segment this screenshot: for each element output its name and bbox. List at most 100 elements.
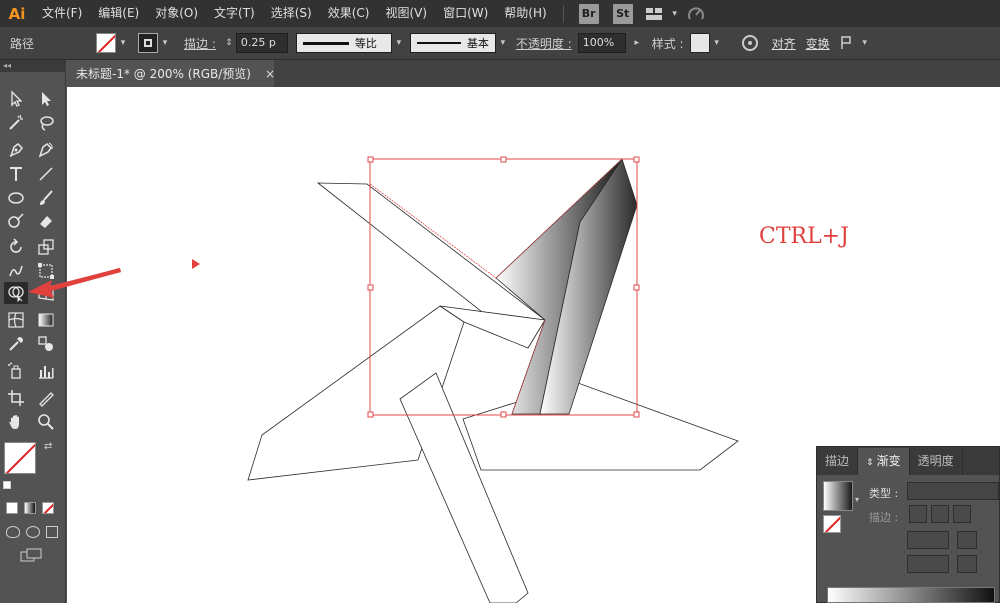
screen-mode-icon[interactable] [20, 548, 42, 562]
fill-color-box[interactable] [4, 442, 36, 474]
document-tab-strip: 未标题-1* @ 200% (RGB/预览) × [66, 60, 1000, 87]
stroke-within-button[interactable] [909, 505, 927, 523]
toolbox-collapse-icon[interactable]: ◂◂ [0, 60, 65, 72]
symbol-sprayer-icon[interactable] [4, 360, 28, 382]
recolor-artwork-icon[interactable] [740, 33, 760, 53]
menu-effect[interactable]: 效果(C) [320, 0, 378, 27]
aspect-dropdown[interactable] [957, 555, 977, 573]
shortcut-annotation: CTRL+J [759, 224, 849, 249]
tab-stroke[interactable]: 描边 [817, 448, 859, 475]
menu-help[interactable]: 帮助(H) [496, 0, 554, 27]
curvature-icon[interactable] [34, 139, 58, 161]
document-tab-title: 未标题-1* @ 200% (RGB/预览) [76, 67, 251, 81]
shape-builder-icon[interactable] [4, 282, 28, 304]
menu-window[interactable]: 窗口(W) [435, 0, 496, 27]
gradient-preview-swatch[interactable] [823, 481, 853, 511]
hand-icon[interactable] [4, 411, 28, 433]
angle-dropdown[interactable] [957, 531, 977, 549]
pen-icon[interactable] [4, 139, 28, 161]
color-mode-icon[interactable] [6, 502, 18, 514]
default-colors-icon[interactable] [3, 481, 11, 489]
menu-type[interactable]: 文字(T) [206, 0, 263, 27]
graph-icon[interactable] [34, 360, 58, 382]
menu-edit[interactable]: 编辑(E) [90, 0, 147, 27]
stepper-icon[interactable]: ⇕ [222, 34, 236, 52]
panel-menu-icon[interactable]: ▾ [858, 34, 872, 52]
rotate-icon[interactable] [4, 236, 28, 258]
bridge-button[interactable]: Br [578, 3, 599, 24]
scale-icon[interactable] [34, 236, 58, 258]
close-icon[interactable]: × [265, 67, 275, 81]
tools-panel: ◂◂ ⇄ [0, 60, 66, 603]
chevron-down-icon[interactable]: ▾ [668, 5, 682, 23]
menu-object[interactable]: 对象(O) [147, 0, 206, 27]
gradient-mode-icon[interactable] [24, 502, 36, 514]
menu-view[interactable]: 视图(V) [377, 0, 435, 27]
app-logo: Ai [8, 4, 26, 23]
brush-dropdown-icon[interactable]: ▾ [496, 34, 510, 52]
stock-button[interactable]: St [612, 3, 633, 24]
selection-handle [633, 411, 640, 418]
selection-icon[interactable] [4, 88, 28, 110]
menu-select[interactable]: 选择(S) [263, 0, 320, 27]
gradient-stroke-label: 描边 : [869, 511, 899, 524]
artboard-icon[interactable] [4, 387, 28, 409]
stroke-label: 描边 : [184, 36, 216, 51]
mesh-icon[interactable] [4, 309, 28, 331]
gradient-dropdown-icon[interactable]: ▾ [855, 495, 859, 504]
transform-link[interactable]: 变换 [806, 35, 830, 52]
gradient-slider[interactable] [827, 587, 995, 603]
menu-bar: Ai 文件(F) 编辑(E) 对象(O) 文字(T) 选择(S) 效果(C) 视… [0, 0, 1000, 27]
profile-dropdown-icon[interactable]: ▾ [392, 34, 406, 52]
brush-definition[interactable]: 基本 [409, 33, 496, 53]
align-link[interactable]: 对齐 [772, 35, 796, 52]
magic-wand-icon[interactable] [4, 112, 28, 134]
none-mode-icon[interactable] [42, 502, 54, 514]
selection-handle [633, 156, 640, 163]
shaper-icon[interactable] [4, 210, 28, 232]
opacity-input[interactable]: 100% [577, 33, 626, 53]
angle-field[interactable] [907, 531, 949, 549]
isolate-object-icon[interactable] [838, 33, 858, 53]
selection-handle [367, 156, 374, 163]
gradient-icon[interactable] [34, 309, 58, 331]
style-dropdown-icon[interactable]: ▾ [710, 34, 724, 52]
fill-dropdown-icon[interactable]: ▾ [116, 34, 130, 52]
type-icon[interactable] [4, 163, 28, 185]
graphic-style-swatch[interactable] [689, 33, 710, 53]
draw-behind-icon[interactable] [26, 526, 40, 538]
stroke-dropdown-icon[interactable]: ▾ [158, 34, 172, 52]
panel-tabs: 描边 ⇕ 渐变 透明度 [817, 447, 999, 475]
stroke-along-button[interactable] [931, 505, 949, 523]
document-tab[interactable]: 未标题-1* @ 200% (RGB/预览) × [66, 60, 275, 87]
tab-transparency[interactable]: 透明度 [910, 448, 963, 475]
draw-inside-icon[interactable] [46, 526, 58, 538]
tab-gradient[interactable]: ⇕ 渐变 [858, 448, 910, 475]
gradient-fill-swatch[interactable] [823, 515, 841, 533]
variable-width-profile[interactable]: 等比 [295, 33, 392, 53]
eyedropper-icon[interactable] [4, 333, 28, 355]
arrange-documents-icon[interactable] [644, 4, 664, 24]
zoom-icon[interactable] [34, 411, 58, 433]
ellipse-icon[interactable] [4, 187, 28, 209]
fill-swatch[interactable] [96, 33, 117, 53]
lasso-icon[interactable] [34, 112, 58, 134]
direct-selection-icon[interactable] [34, 88, 58, 110]
slice-icon[interactable] [34, 387, 58, 409]
draw-normal-icon[interactable] [6, 526, 20, 538]
opacity-arrow-icon[interactable]: ▸ [630, 34, 644, 52]
stroke-swatch[interactable] [138, 33, 159, 53]
eraser-icon[interactable] [34, 210, 58, 232]
line-icon[interactable] [34, 163, 58, 185]
aspect-field[interactable] [907, 555, 949, 573]
blend-icon[interactable] [34, 333, 58, 355]
stroke-weight-input[interactable]: 0.25 p [235, 33, 288, 53]
marker-triangle-icon [192, 259, 200, 269]
paintbrush-icon[interactable] [34, 187, 58, 209]
gpu-performance-icon[interactable] [686, 4, 706, 24]
stroke-across-button[interactable] [953, 505, 971, 523]
gradient-type-select[interactable] [907, 482, 999, 500]
warp-icon[interactable] [4, 260, 28, 282]
swap-colors-icon[interactable]: ⇄ [44, 441, 52, 452]
menu-file[interactable]: 文件(F) [34, 0, 90, 27]
